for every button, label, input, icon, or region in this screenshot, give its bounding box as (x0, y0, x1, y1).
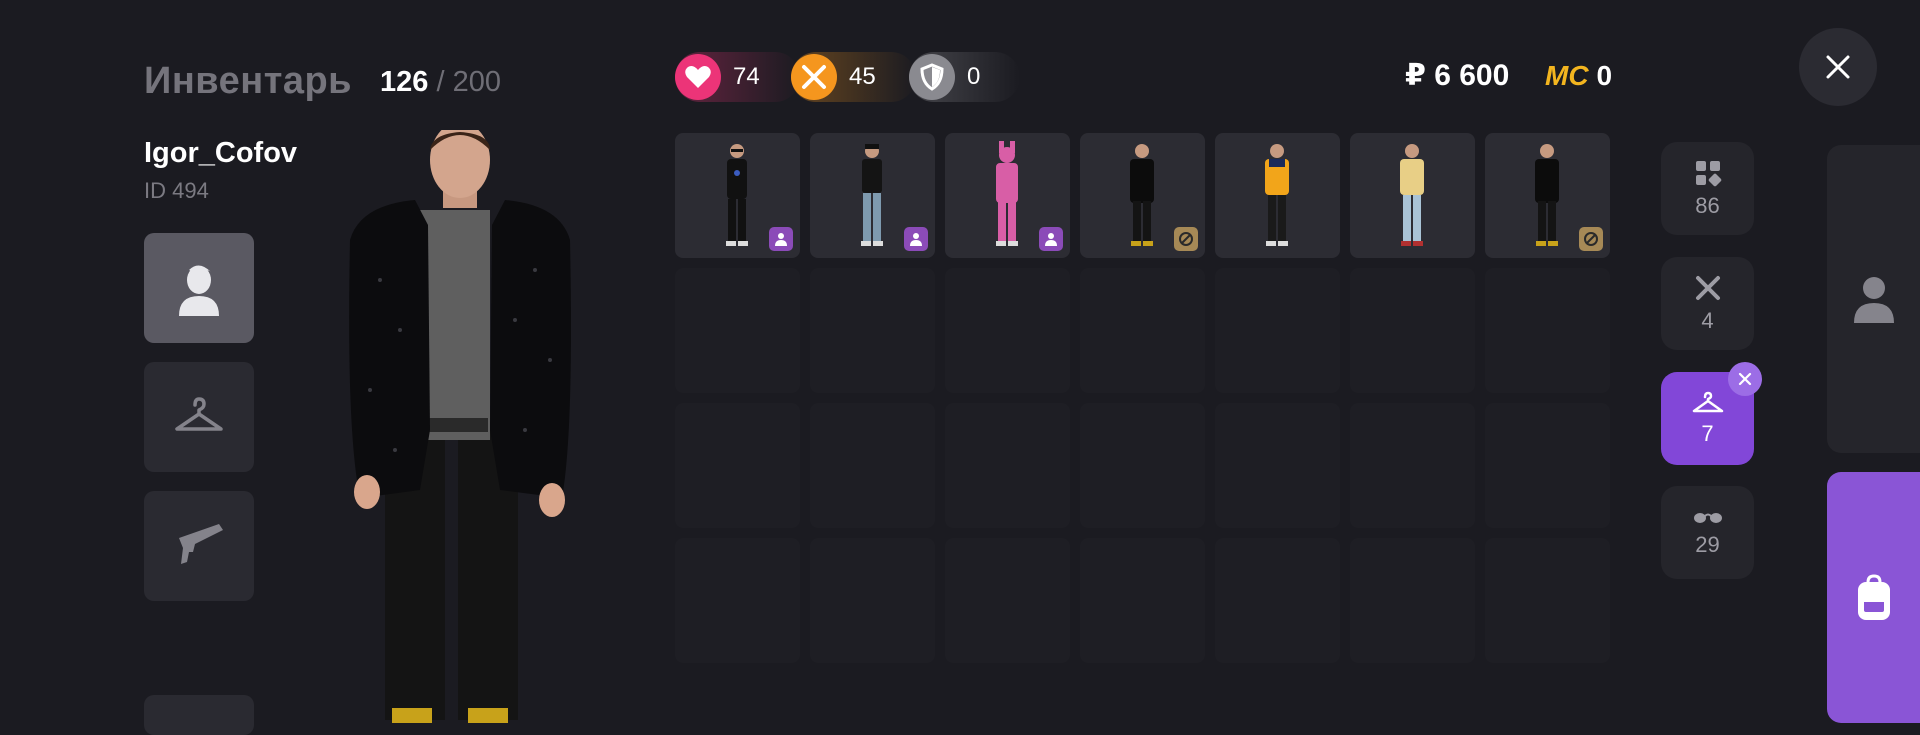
inventory-slot-empty[interactable] (1215, 403, 1340, 528)
character-model (349, 122, 571, 723)
backpack-icon (1857, 573, 1890, 620)
inventory-slot[interactable] (810, 133, 935, 258)
inventory-slot-empty[interactable] (1350, 268, 1475, 393)
food-value: 45 (849, 63, 876, 90)
inventory-slot-empty[interactable] (1350, 538, 1475, 663)
tab-clothes[interactable] (144, 362, 254, 472)
inventory-slot-empty[interactable] (1215, 268, 1340, 393)
inventory-slot[interactable] (1485, 133, 1610, 258)
inventory-slot[interactable] (675, 133, 800, 258)
player-id: ID 494 (144, 178, 209, 203)
inventory-slot-empty[interactable] (675, 403, 800, 528)
inventory-slot-empty[interactable] (1485, 538, 1610, 663)
inventory-slot-empty[interactable] (675, 538, 800, 663)
person-icon (1853, 277, 1894, 323)
inventory-slot-empty[interactable] (1215, 538, 1340, 663)
hanger-icon (175, 397, 223, 431)
armor-stat: 0 (909, 52, 1021, 102)
mc-value: 0 (1596, 60, 1613, 91)
person-icon (179, 265, 219, 316)
panel-character[interactable] (1827, 145, 1920, 453)
inventory-slot-empty[interactable] (675, 268, 800, 393)
character-preview (340, 122, 580, 723)
inventory-slot-empty[interactable] (1080, 538, 1205, 663)
inventory-capacity: 126 / 200 (380, 66, 501, 99)
health-stat: 74 (675, 52, 800, 102)
armor-value: 0 (967, 63, 981, 90)
close-icon (1738, 372, 1752, 386)
category-food[interactable]: 4 (1661, 257, 1754, 350)
inventory-slot-empty[interactable] (1080, 268, 1205, 393)
player-name: Igor_Cofov (144, 137, 298, 169)
panel-inventory[interactable] (1827, 472, 1920, 723)
category-count: 4 (1701, 307, 1714, 333)
close-button[interactable] (1799, 28, 1877, 106)
inventory-slot-empty[interactable] (945, 268, 1070, 393)
tab-extra[interactable] (144, 695, 254, 735)
hanger-icon (1692, 391, 1723, 412)
blocked-icon (1579, 227, 1603, 251)
food-stat: 45 (791, 52, 916, 102)
tab-weapons[interactable] (144, 491, 254, 601)
outfit-pink-bunny (996, 141, 1018, 246)
clear-filter-button[interactable] (1728, 362, 1762, 396)
person-icon (769, 227, 793, 251)
inventory-slot-empty[interactable] (1485, 268, 1610, 393)
inventory-slot-empty[interactable] (810, 538, 935, 663)
close-icon (1826, 55, 1850, 79)
pistol-icon (179, 524, 223, 564)
inventory-used: 126 (380, 66, 429, 98)
category-all[interactable]: 86 (1661, 142, 1754, 235)
inventory-slot-empty[interactable] (945, 538, 1070, 663)
grid-icon (1695, 160, 1721, 186)
blocked-icon (1174, 227, 1198, 251)
mc-label: MC (1545, 60, 1589, 91)
outfit-black-sunglasses (726, 144, 748, 246)
inventory-title: Инвентарь (144, 60, 353, 102)
inventory-max: 200 (452, 66, 501, 98)
shield-icon (909, 54, 955, 100)
outfit-black-jacket (1535, 144, 1559, 246)
outfit-black-jacket (1130, 144, 1154, 246)
fork-knife-icon (791, 54, 837, 100)
category-count: 86 (1695, 192, 1720, 218)
inventory-slot-empty[interactable] (810, 268, 935, 393)
inventory-slot-empty[interactable] (945, 403, 1070, 528)
outfit-gold-shirt-jeans (1400, 144, 1424, 246)
inventory-slot-empty[interactable] (1350, 403, 1475, 528)
heart-icon (675, 54, 721, 100)
fork-knife-icon (1695, 275, 1720, 300)
glasses-icon (1693, 512, 1722, 523)
inventory-slot[interactable] (945, 133, 1070, 258)
inventory-slot[interactable] (1350, 133, 1475, 258)
inventory-slot-empty[interactable] (810, 403, 935, 528)
inventory-separator: / (436, 66, 445, 98)
person-icon (904, 227, 928, 251)
category-accessories[interactable]: 29 (1661, 486, 1754, 579)
outfit-black-tshirt-jeans (861, 144, 883, 246)
inventory-slot[interactable] (1080, 133, 1205, 258)
category-count: 29 (1695, 531, 1720, 557)
inventory-slot-empty[interactable] (1485, 403, 1610, 528)
inventory-slot-empty[interactable] (1080, 403, 1205, 528)
health-value: 74 (733, 63, 760, 90)
mc-balance: MC 0 (1545, 60, 1612, 92)
category-count: 7 (1701, 420, 1714, 446)
tab-appearance[interactable] (144, 233, 254, 343)
money-balance: ₽ 6 600 (1405, 59, 1510, 92)
inventory-slot[interactable] (1215, 133, 1340, 258)
person-icon (1039, 227, 1063, 251)
outfit-yellow-jacket (1265, 144, 1289, 246)
inventory-grid (675, 133, 1610, 663)
